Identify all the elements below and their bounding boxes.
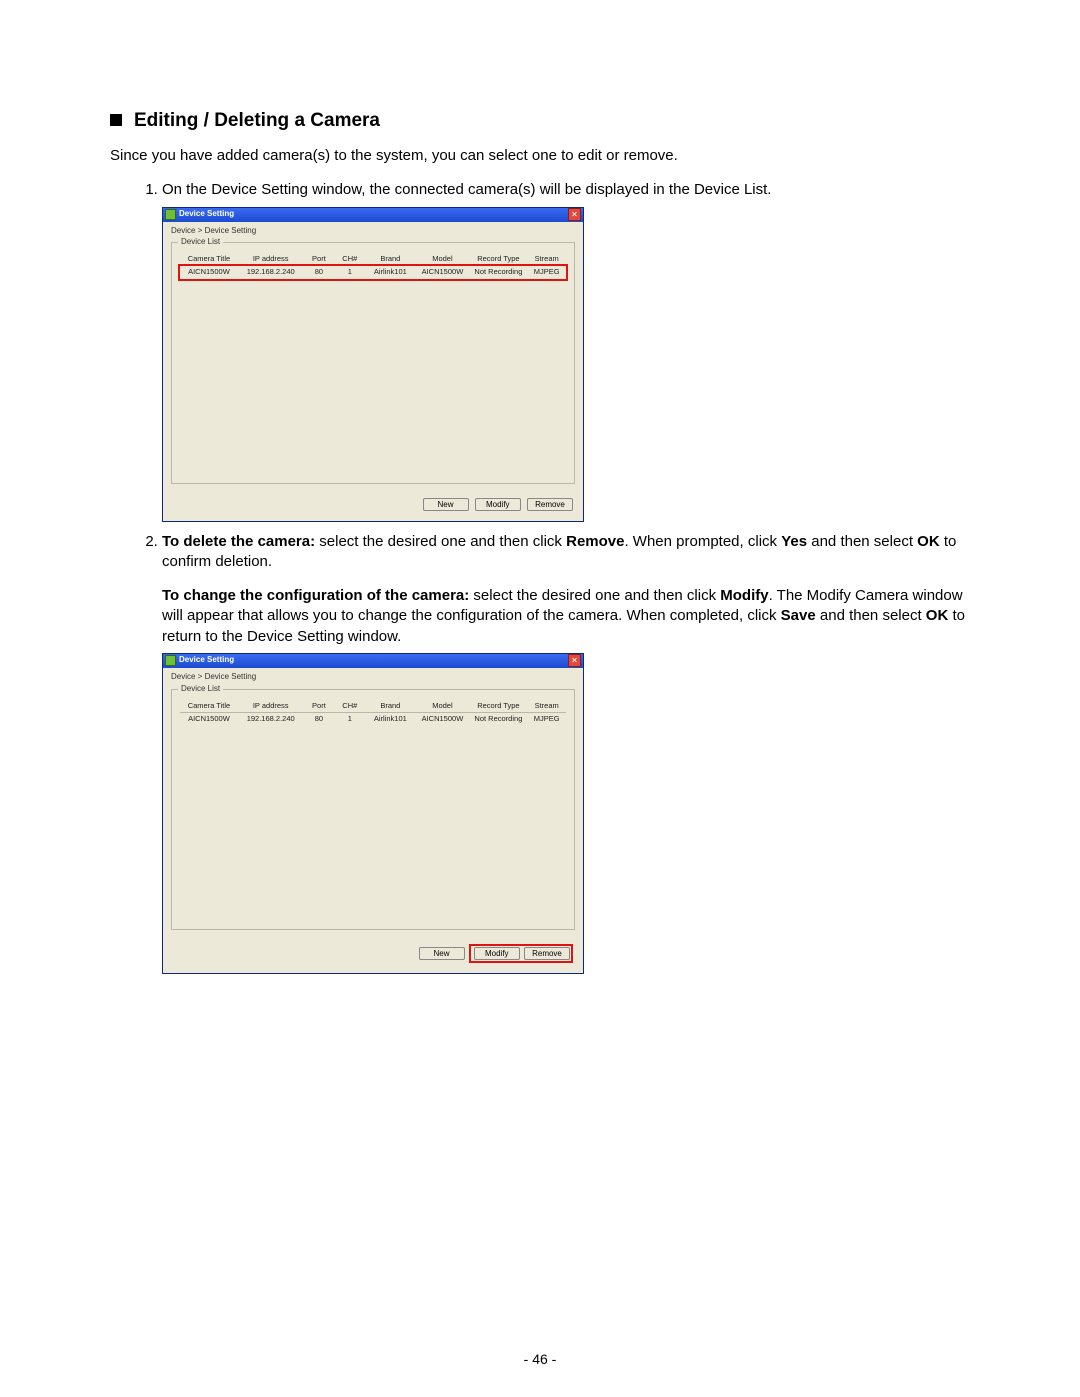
col-ip: IP address (238, 700, 304, 713)
intro-paragraph: Since you have added camera(s) to the sy… (110, 146, 970, 166)
cell-ch: 1 (334, 266, 365, 279)
modify-remove-highlight: Modify Remove (469, 944, 573, 963)
page-number: - 46 - (0, 1351, 1080, 1367)
step-2: To delete the camera: select the desired… (162, 532, 970, 974)
button-row: New Modify Remove (163, 938, 583, 973)
col-port: Port (304, 253, 335, 266)
remove-button[interactable]: Remove (524, 947, 570, 960)
table-row[interactable]: AICN1500W 192.168.2.240 80 1 Airlink101 … (180, 712, 566, 725)
cell-brand: Airlink101 (365, 266, 415, 279)
cell-camera-title: AICN1500W (180, 266, 238, 279)
col-record-type: Record Type (469, 253, 527, 266)
modify-button[interactable]: Modify (475, 498, 521, 511)
cell-ch: 1 (334, 712, 365, 725)
ok-bold: OK (917, 533, 940, 550)
col-ch: CH# (334, 253, 365, 266)
device-list-table: Camera Title IP address Port CH# Brand M… (180, 700, 566, 725)
group-label: Device List (178, 684, 223, 695)
new-button[interactable]: New (419, 947, 465, 960)
bullet-icon (110, 114, 122, 126)
app-icon (165, 209, 176, 220)
col-ip: IP address (238, 253, 304, 266)
cell-port: 80 (304, 712, 335, 725)
col-stream: Stream (527, 700, 566, 713)
close-icon[interactable]: ✕ (568, 208, 581, 221)
table-header-row: Camera Title IP address Port CH# Brand M… (180, 253, 566, 266)
list-empty-area (180, 725, 566, 923)
button-row: New Modify Remove (163, 492, 583, 521)
cell-camera-title: AICN1500W (180, 712, 238, 725)
breadcrumb: Device > Device Setting (163, 668, 583, 687)
step-1: On the Device Setting window, the connec… (162, 180, 970, 521)
table-row[interactable]: AICN1500W 192.168.2.240 80 1 Airlink101 … (180, 266, 566, 279)
remove-button[interactable]: Remove (527, 498, 573, 511)
device-setting-dialog-1: Device Setting ✕ Device > Device Setting… (162, 207, 584, 522)
group-label: Device List (178, 237, 223, 248)
save-bold: Save (781, 607, 816, 624)
cell-stream: MJPEG (527, 266, 566, 279)
modify-bold: Modify (720, 587, 768, 604)
app-icon (165, 655, 176, 666)
col-stream: Stream (527, 253, 566, 266)
col-brand: Brand (365, 253, 415, 266)
cell-record-type: Not Recording (469, 266, 527, 279)
device-list-table: Camera Title IP address Port CH# Brand M… (180, 253, 566, 278)
device-list-group: Device List Camera Title IP address Port… (171, 242, 575, 483)
col-record-type: Record Type (469, 700, 527, 713)
heading-text: Editing / Deleting a Camera (134, 110, 380, 131)
change-bold: To change the configuration of the camer… (162, 587, 469, 604)
col-model: Model (415, 253, 469, 266)
col-ch: CH# (334, 700, 365, 713)
cell-ip: 192.168.2.240 (238, 266, 304, 279)
titlebar: Device Setting ✕ (163, 208, 583, 222)
table-header-row: Camera Title IP address Port CH# Brand M… (180, 700, 566, 713)
device-setting-dialog-2: Device Setting ✕ Device > Device Setting… (162, 653, 584, 974)
col-camera-title: Camera Title (180, 700, 238, 713)
cell-port: 80 (304, 266, 335, 279)
cell-model: AICN1500W (415, 712, 469, 725)
section-heading: Editing / Deleting a Camera (110, 110, 970, 132)
breadcrumb: Device > Device Setting (163, 222, 583, 241)
delete-bold: To delete the camera: (162, 533, 315, 550)
cell-record-type: Not Recording (469, 712, 527, 725)
col-brand: Brand (365, 700, 415, 713)
yes-bold: Yes (781, 533, 807, 550)
window-title: Device Setting (165, 209, 234, 220)
list-empty-area (180, 279, 566, 477)
cell-stream: MJPEG (527, 712, 566, 725)
col-model: Model (415, 700, 469, 713)
ok-bold-2: OK (926, 607, 949, 624)
window-title: Device Setting (165, 655, 234, 666)
titlebar: Device Setting ✕ (163, 654, 583, 668)
remove-bold: Remove (566, 533, 624, 550)
cell-model: AICN1500W (415, 266, 469, 279)
new-button[interactable]: New (423, 498, 469, 511)
cell-ip: 192.168.2.240 (238, 712, 304, 725)
cell-brand: Airlink101 (365, 712, 415, 725)
modify-button[interactable]: Modify (474, 947, 520, 960)
col-port: Port (304, 700, 335, 713)
close-icon[interactable]: ✕ (568, 654, 581, 667)
col-camera-title: Camera Title (180, 253, 238, 266)
device-list-group: Device List Camera Title IP address Port… (171, 689, 575, 930)
